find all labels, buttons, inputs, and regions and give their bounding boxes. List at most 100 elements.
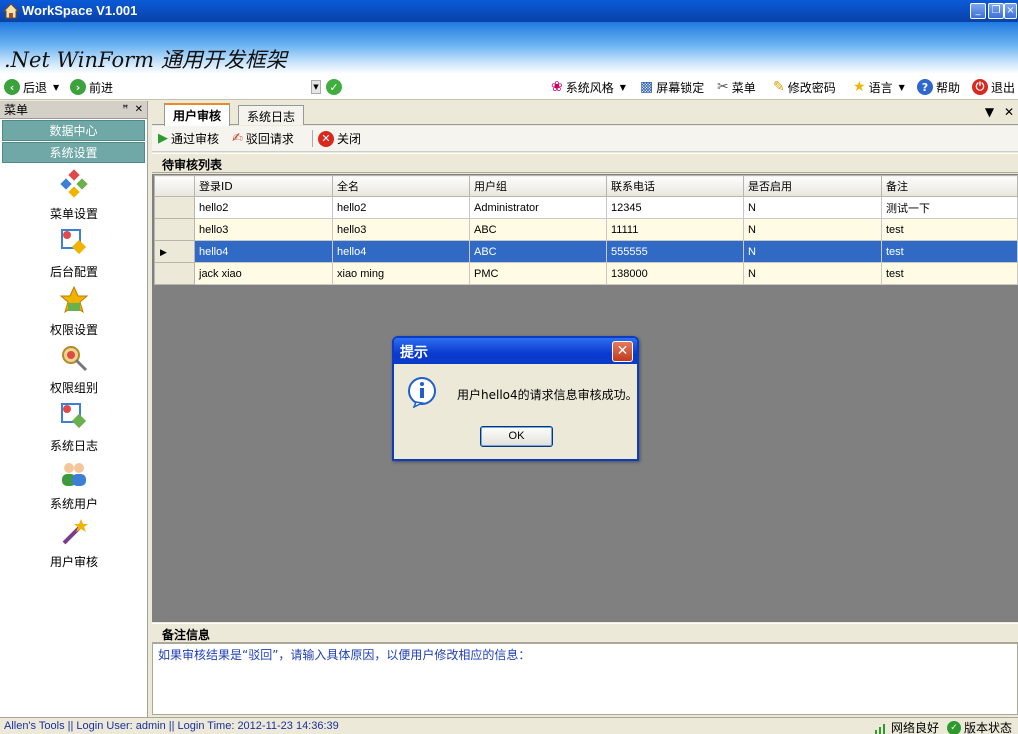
column-header[interactable]: 备注 bbox=[881, 175, 1018, 197]
sidebar-item-permission-settings[interactable]: 权限设置 bbox=[0, 285, 148, 338]
dialog-close-button[interactable]: ✕ bbox=[612, 341, 633, 362]
language-menu[interactable]: ★ 语言 ▼ bbox=[853, 78, 905, 96]
chevron-down-icon: ▼ bbox=[898, 82, 905, 92]
ok-button[interactable]: OK bbox=[480, 426, 553, 447]
sidebar-item-menu-settings[interactable]: 菜单设置 bbox=[0, 169, 148, 222]
remarks-hint: 如果审核结果是“驳回”，请输入具体原因，以便用户修改相应的信息： bbox=[158, 648, 531, 662]
banner-title: .Net WinForm 通用开发框架 bbox=[4, 48, 287, 72]
cell-phone[interactable]: 138000 bbox=[606, 262, 744, 285]
sidebar-item-user-audit[interactable]: 用户审核 bbox=[0, 517, 148, 570]
menu-button[interactable]: ✂ 菜单 bbox=[717, 78, 756, 96]
close-button[interactable]: ✕ 关闭 bbox=[312, 130, 361, 147]
approve-button[interactable]: ▶ 通过审核 bbox=[158, 130, 219, 147]
cell-user-group[interactable]: Administrator bbox=[469, 196, 607, 219]
document-tabs: 用户审核 系统日志 ▼ ✕ bbox=[152, 101, 1018, 126]
column-header[interactable]: 登录ID bbox=[194, 175, 333, 197]
user-audit-icon bbox=[62, 519, 88, 545]
tab-system-log[interactable]: 系统日志 bbox=[238, 105, 305, 125]
cell-full-name[interactable]: hello2 bbox=[332, 196, 470, 219]
system-log-icon bbox=[61, 403, 87, 429]
sidebar-item-system-users[interactable]: 系统用户 bbox=[0, 459, 148, 512]
cell-login-id[interactable]: jack xiao bbox=[194, 262, 333, 285]
cell-user-group[interactable]: ABC bbox=[469, 240, 607, 263]
cell-remark[interactable]: test bbox=[881, 262, 1018, 285]
lock-screen-icon: ▩ bbox=[640, 79, 654, 95]
remarks-title: 备注信息 bbox=[152, 623, 1018, 643]
row-header[interactable] bbox=[154, 218, 195, 241]
column-header[interactable]: 联系电话 bbox=[606, 175, 744, 197]
cell-login-id[interactable]: hello3 bbox=[194, 218, 333, 241]
row-header[interactable] bbox=[154, 196, 195, 219]
cell-enabled[interactable]: N bbox=[743, 196, 882, 219]
chevron-down-icon[interactable]: ▼ bbox=[53, 83, 59, 92]
row-header[interactable] bbox=[154, 262, 195, 285]
menu-settings-icon bbox=[60, 169, 88, 198]
cell-phone[interactable]: 11111 bbox=[606, 218, 744, 241]
cell-full-name[interactable]: xiao ming bbox=[332, 262, 470, 285]
audit-toolbar: ▶ 通过审核 ✍ 驳回请求 ✕ 关闭 bbox=[152, 126, 1018, 152]
close-tab-icon[interactable]: ✕ bbox=[1004, 105, 1014, 119]
dialog-title: 提示 bbox=[394, 338, 637, 364]
cell-user-group[interactable]: ABC bbox=[469, 218, 607, 241]
window-close-button[interactable]: × bbox=[1004, 3, 1017, 19]
backend-config-icon bbox=[61, 229, 87, 255]
column-header[interactable]: 是否启用 bbox=[743, 175, 882, 197]
column-header[interactable]: 全名 bbox=[332, 175, 470, 197]
column-header[interactable]: 用户组 bbox=[469, 175, 607, 197]
permission-settings-icon bbox=[59, 285, 89, 314]
address-dropdown[interactable]: ▼ ✓ bbox=[311, 78, 342, 96]
go-check-icon[interactable]: ✓ bbox=[326, 79, 342, 95]
cell-full-name[interactable]: hello4 bbox=[332, 240, 470, 263]
sidebar-group-data-center[interactable]: 数据中心 bbox=[2, 120, 145, 141]
tab-user-audit[interactable]: 用户审核 bbox=[164, 103, 231, 126]
menu-sidebar: 菜单 ꟸ ✕ 数据中心 系统设置 菜单设置 后台配置 权限设置 权限组别 系统日… bbox=[0, 101, 148, 717]
restore-button[interactable]: ❐ bbox=[988, 3, 1004, 19]
pin-close-icons[interactable]: ꟸ ✕ bbox=[122, 104, 143, 115]
change-password-button[interactable]: ✎ 修改密码 bbox=[773, 78, 836, 96]
row-header[interactable]: ▶ bbox=[154, 240, 195, 263]
cell-user-group[interactable]: PMC bbox=[469, 262, 607, 285]
cell-full-name[interactable]: hello3 bbox=[332, 218, 470, 241]
sidebar-item-permission-group[interactable]: 权限组别 bbox=[0, 343, 148, 396]
lock-screen-button[interactable]: ▩ 屏幕锁定 bbox=[640, 78, 704, 96]
cell-phone[interactable]: 12345 bbox=[606, 196, 744, 219]
help-icon: ? bbox=[917, 79, 933, 95]
cell-enabled[interactable]: N bbox=[743, 262, 882, 285]
version-status: ✓ 版本状态 bbox=[946, 719, 1012, 734]
cell-enabled[interactable]: N bbox=[743, 240, 882, 263]
cell-remark[interactable]: test bbox=[881, 240, 1018, 263]
cell-enabled[interactable]: N bbox=[743, 218, 882, 241]
forward-button[interactable]: › 前进 bbox=[70, 78, 113, 96]
system-users-icon bbox=[62, 463, 86, 486]
table-row[interactable]: hello3 hello3 ABC 11111 N test bbox=[154, 218, 1018, 241]
signal-bars-icon bbox=[874, 723, 885, 734]
power-icon: ⏻ bbox=[972, 79, 988, 95]
table-header-row: 登录ID 全名 用户组 联系电话 是否启用 备注 bbox=[154, 175, 1018, 197]
sidebar-item-system-log[interactable]: 系统日志 bbox=[0, 401, 148, 454]
sidebar-group-system-settings[interactable]: 系统设置 bbox=[2, 142, 145, 163]
dialog-message: 用户hello4的请求信息审核成功。 bbox=[457, 388, 638, 402]
status-bar: Allen's Tools || Login User: admin || Lo… bbox=[0, 717, 1018, 734]
cell-login-id[interactable]: hello2 bbox=[194, 196, 333, 219]
cell-remark[interactable]: 测试一下 bbox=[881, 196, 1018, 219]
main-toolbar: ‹ 后退 ▼ › 前进 ▼ ✓ ❀ 系统风格 ▼ ▩ 屏幕锁定 ✂ 菜单 ✎ 修… bbox=[0, 74, 1018, 100]
table-row-selected[interactable]: ▶ hello4 hello4 ABC 555555 N test bbox=[154, 240, 1018, 263]
theme-menu[interactable]: ❀ 系统风格 ▼ bbox=[551, 78, 626, 96]
cell-remark[interactable]: test bbox=[881, 218, 1018, 241]
sidebar-item-backend-config[interactable]: 后台配置 bbox=[0, 227, 148, 280]
table-row[interactable]: jack xiao xiao ming PMC 138000 N test bbox=[154, 262, 1018, 285]
help-button[interactable]: ? 帮助 bbox=[917, 78, 960, 96]
table-row[interactable]: hello2 hello2 Administrator 12345 N 测试一下 bbox=[154, 196, 1018, 219]
exit-button[interactable]: ⏻ 退出 bbox=[972, 78, 1015, 96]
play-icon: ▶ bbox=[158, 131, 168, 146]
chevron-down-icon[interactable]: ▼ bbox=[311, 80, 321, 94]
back-button[interactable]: ‹ 后退 ▼ bbox=[4, 78, 59, 96]
remarks-textarea[interactable]: 如果审核结果是“驳回”，请输入具体原因，以便用户修改相应的信息： bbox=[152, 643, 1018, 715]
cell-phone[interactable]: 555555 bbox=[606, 240, 744, 263]
minimize-button[interactable]: _ bbox=[970, 3, 986, 19]
window-title-bar: WorkSpace V1.001 _ ❐ × bbox=[0, 0, 1018, 22]
chevron-down-icon[interactable]: ▼ bbox=[985, 105, 994, 119]
cell-login-id[interactable]: hello4 bbox=[194, 240, 333, 263]
reject-button[interactable]: ✍ 驳回请求 bbox=[232, 130, 294, 147]
network-status: 网络良好 bbox=[874, 719, 939, 734]
